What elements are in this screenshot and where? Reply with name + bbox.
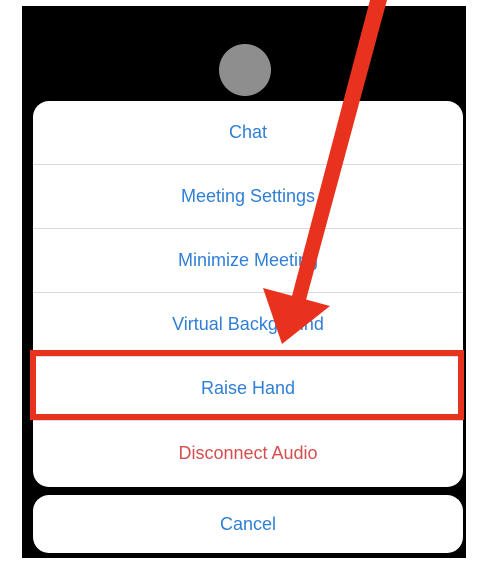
more-options-sheet: Chat Meeting Settings Minimize Meeting V… — [33, 101, 463, 487]
minimize-meeting-option[interactable]: Minimize Meeting — [33, 229, 463, 293]
participant-avatar — [219, 44, 271, 96]
meeting-screen: Chat Meeting Settings Minimize Meeting V… — [22, 6, 466, 558]
raise-hand-option[interactable]: Raise Hand — [33, 357, 463, 421]
virtual-background-option[interactable]: Virtual Background — [33, 293, 463, 357]
meeting-settings-option[interactable]: Meeting Settings — [33, 165, 463, 229]
disconnect-audio-option[interactable]: Disconnect Audio — [33, 421, 463, 485]
cancel-button[interactable]: Cancel — [33, 495, 463, 553]
chat-option[interactable]: Chat — [33, 101, 463, 165]
